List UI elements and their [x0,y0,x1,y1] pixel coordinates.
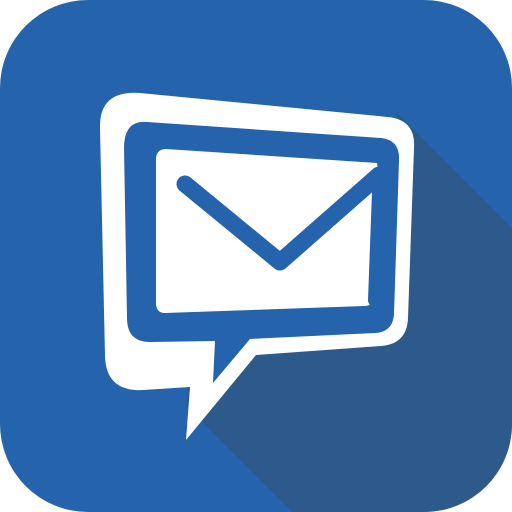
app-icon-graphic [0,0,512,512]
app-icon[interactable] [0,0,512,512]
envelope-body [156,149,379,313]
envelope-right-edge [368,185,386,307]
